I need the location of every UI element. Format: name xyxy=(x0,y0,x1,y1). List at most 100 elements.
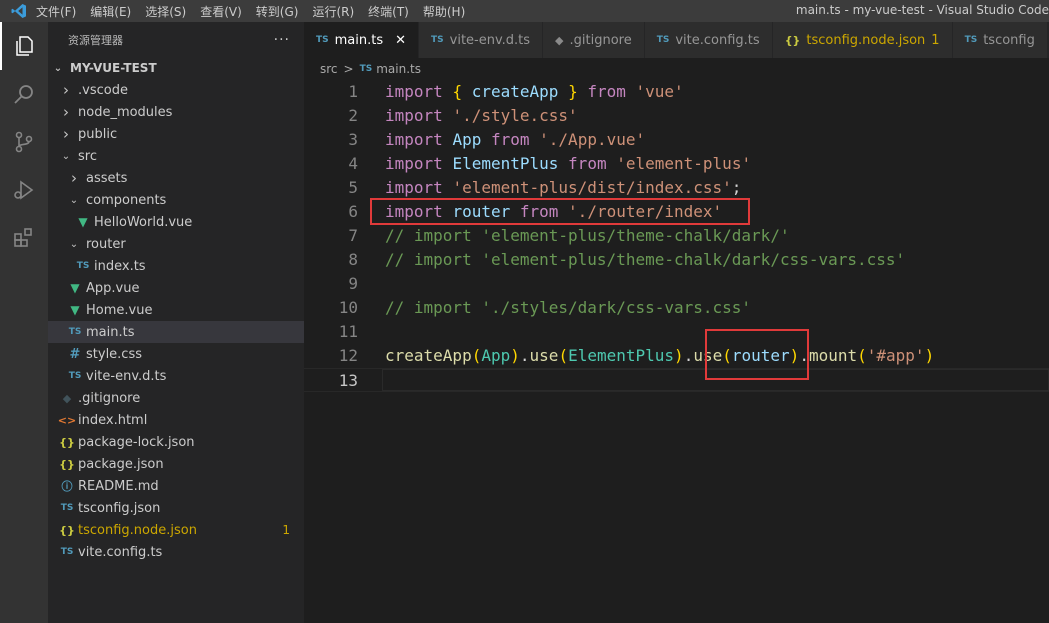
menu-item[interactable]: 运行(R) xyxy=(312,3,354,20)
tree-item-label: style.css xyxy=(86,346,142,362)
chevron-right-icon: › xyxy=(63,103,69,121)
typescript-file-icon: TS xyxy=(656,35,670,45)
folder-item[interactable]: ⌄ router xyxy=(48,233,304,255)
tree-item-label: index.html xyxy=(78,412,148,428)
folder-item[interactable]: › node_modules xyxy=(48,101,304,123)
project-name: MY-VUE-TEST xyxy=(70,61,157,75)
breadcrumb-file[interactable]: main.ts xyxy=(376,62,421,76)
files-icon[interactable] xyxy=(0,22,48,70)
extensions-icon[interactable] xyxy=(0,214,48,262)
menu-item[interactable]: 转到(G) xyxy=(256,3,299,20)
menu-item[interactable]: 帮助(H) xyxy=(423,3,465,20)
file-item[interactable]: {} tsconfig.node.json 1 xyxy=(48,519,304,541)
file-item[interactable]: {} package-lock.json xyxy=(48,431,304,453)
file-item[interactable]: ▼ App.vue xyxy=(48,277,304,299)
typescript-file-icon: TS xyxy=(431,35,444,45)
folder-item[interactable]: › .vscode xyxy=(48,79,304,101)
chevron-right-icon: › xyxy=(71,169,77,187)
editor-tab[interactable]: TS vite-env.d.ts xyxy=(419,22,544,58)
editor-tab[interactable]: TS vite.config.ts xyxy=(644,22,773,58)
file-item[interactable]: <> index.html xyxy=(48,409,304,431)
folder-item[interactable]: ⌄ components xyxy=(48,189,304,211)
chevron-right-icon: › xyxy=(63,125,69,143)
chevron-down-icon: ⌄ xyxy=(61,150,71,162)
tsconfig-file-icon: TS xyxy=(60,503,74,513)
code-line[interactable]: 5 import 'element-plus/dist/index.css'; xyxy=(304,176,1049,200)
vscode-logo-icon[interactable] xyxy=(10,2,28,20)
code-token: App xyxy=(481,346,511,365)
code-text: import './style.css' xyxy=(385,104,578,128)
folder-item[interactable]: › public xyxy=(48,123,304,145)
code-token: './style.css' xyxy=(452,106,578,125)
editor-tab[interactable]: ◆ .gitignore xyxy=(543,22,645,58)
problem-count-badge: 1 xyxy=(931,32,940,48)
code-text: import App from './App.vue' xyxy=(385,128,645,152)
code-line[interactable]: 10 // import './styles/dark/css-vars.css' xyxy=(304,296,1049,320)
file-item[interactable]: ◆ .gitignore xyxy=(48,387,304,409)
run-debug-icon[interactable] xyxy=(0,166,48,214)
project-root[interactable]: ⌄ MY-VUE-TEST xyxy=(48,57,304,79)
code-line[interactable]: 8 // import 'element-plus/theme-chalk/dar… xyxy=(304,248,1049,272)
code-line[interactable]: 13 xyxy=(304,368,1049,392)
code-token: // import './styles/dark/css-vars.css' xyxy=(385,298,752,317)
menu-item[interactable]: 终端(T) xyxy=(368,3,409,20)
tree-item-label: tsconfig.node.json xyxy=(78,522,197,538)
close-tab-icon[interactable]: ✕ xyxy=(395,33,406,48)
file-item[interactable]: ▼ HelloWorld.vue xyxy=(48,211,304,233)
source-control-icon[interactable] xyxy=(0,118,48,166)
code-token: use xyxy=(529,346,559,365)
code-token: import xyxy=(385,82,443,101)
code-token: ) xyxy=(674,346,684,365)
code-line[interactable]: 4 import ElementPlus from 'element-plus' xyxy=(304,152,1049,176)
file-item[interactable]: {} package.json xyxy=(48,453,304,475)
editor-tab[interactable]: TS main.ts ✕ xyxy=(304,22,420,58)
breadcrumb-folder[interactable]: src xyxy=(320,62,338,76)
code-line[interactable]: 12 createApp(App).use(ElementPlus).use(ro… xyxy=(304,344,1049,368)
code-editor[interactable]: 13 12 createApp(App).use(ElementPlus).use(… xyxy=(304,80,1049,623)
file-item[interactable]: ⓘ README.md xyxy=(48,475,304,497)
git-file-icon: ◆ xyxy=(555,33,564,47)
code-line[interactable]: 9 xyxy=(304,272,1049,296)
more-actions-icon[interactable]: ··· xyxy=(274,32,290,48)
code-text: // import 'element-plus/theme-chalk/dark… xyxy=(385,248,905,272)
menu-item[interactable]: 编辑(E) xyxy=(90,3,131,20)
code-token: 'element-plus' xyxy=(616,154,752,173)
folder-item[interactable]: › assets xyxy=(48,167,304,189)
file-item[interactable]: TS tsconfig.json xyxy=(48,497,304,519)
tree-item-label: .vscode xyxy=(78,82,128,98)
file-item[interactable]: # style.css xyxy=(48,343,304,365)
code-line[interactable]: 1 import { createApp } from 'vue' xyxy=(304,80,1049,104)
tree-item-label: README.md xyxy=(78,478,159,494)
menu-item[interactable]: 选择(S) xyxy=(145,3,186,20)
tab-label: vite.config.ts xyxy=(675,32,760,48)
search-icon[interactable] xyxy=(0,70,48,118)
line-number: 1 xyxy=(348,82,358,101)
code-token: . xyxy=(519,346,530,365)
editor-tab[interactable]: {} tsconfig.node.json 1 xyxy=(772,22,953,58)
breadcrumb: src > TS main.ts xyxy=(304,58,1049,80)
code-line[interactable]: 11 xyxy=(304,320,1049,344)
file-item[interactable]: TS vite.config.ts xyxy=(48,541,304,563)
file-item[interactable]: TS index.ts xyxy=(48,255,304,277)
tab-label: .gitignore xyxy=(569,32,632,48)
folder-item[interactable]: ⌄ src xyxy=(48,145,304,167)
editor-tab[interactable]: TS tsconfig xyxy=(952,22,1048,58)
line-number: 4 xyxy=(348,154,358,173)
code-line[interactable]: 2 import './style.css' xyxy=(304,104,1049,128)
file-item[interactable]: TS main.ts xyxy=(48,321,304,343)
annotation-box-use-router xyxy=(705,329,809,380)
json-file-icon: {} xyxy=(59,457,75,471)
code-line[interactable]: 7 // import 'element-plus/theme-chalk/dar… xyxy=(304,224,1049,248)
code-line[interactable]: 3 import App from './App.vue' xyxy=(304,128,1049,152)
file-item[interactable]: ▼ Home.vue xyxy=(48,299,304,321)
vue-file-icon: ▼ xyxy=(70,281,80,295)
menu-item[interactable]: 文件(F) xyxy=(36,3,76,20)
file-item[interactable]: TS vite-env.d.ts xyxy=(48,365,304,387)
menu-item[interactable]: 查看(V) xyxy=(200,3,242,20)
